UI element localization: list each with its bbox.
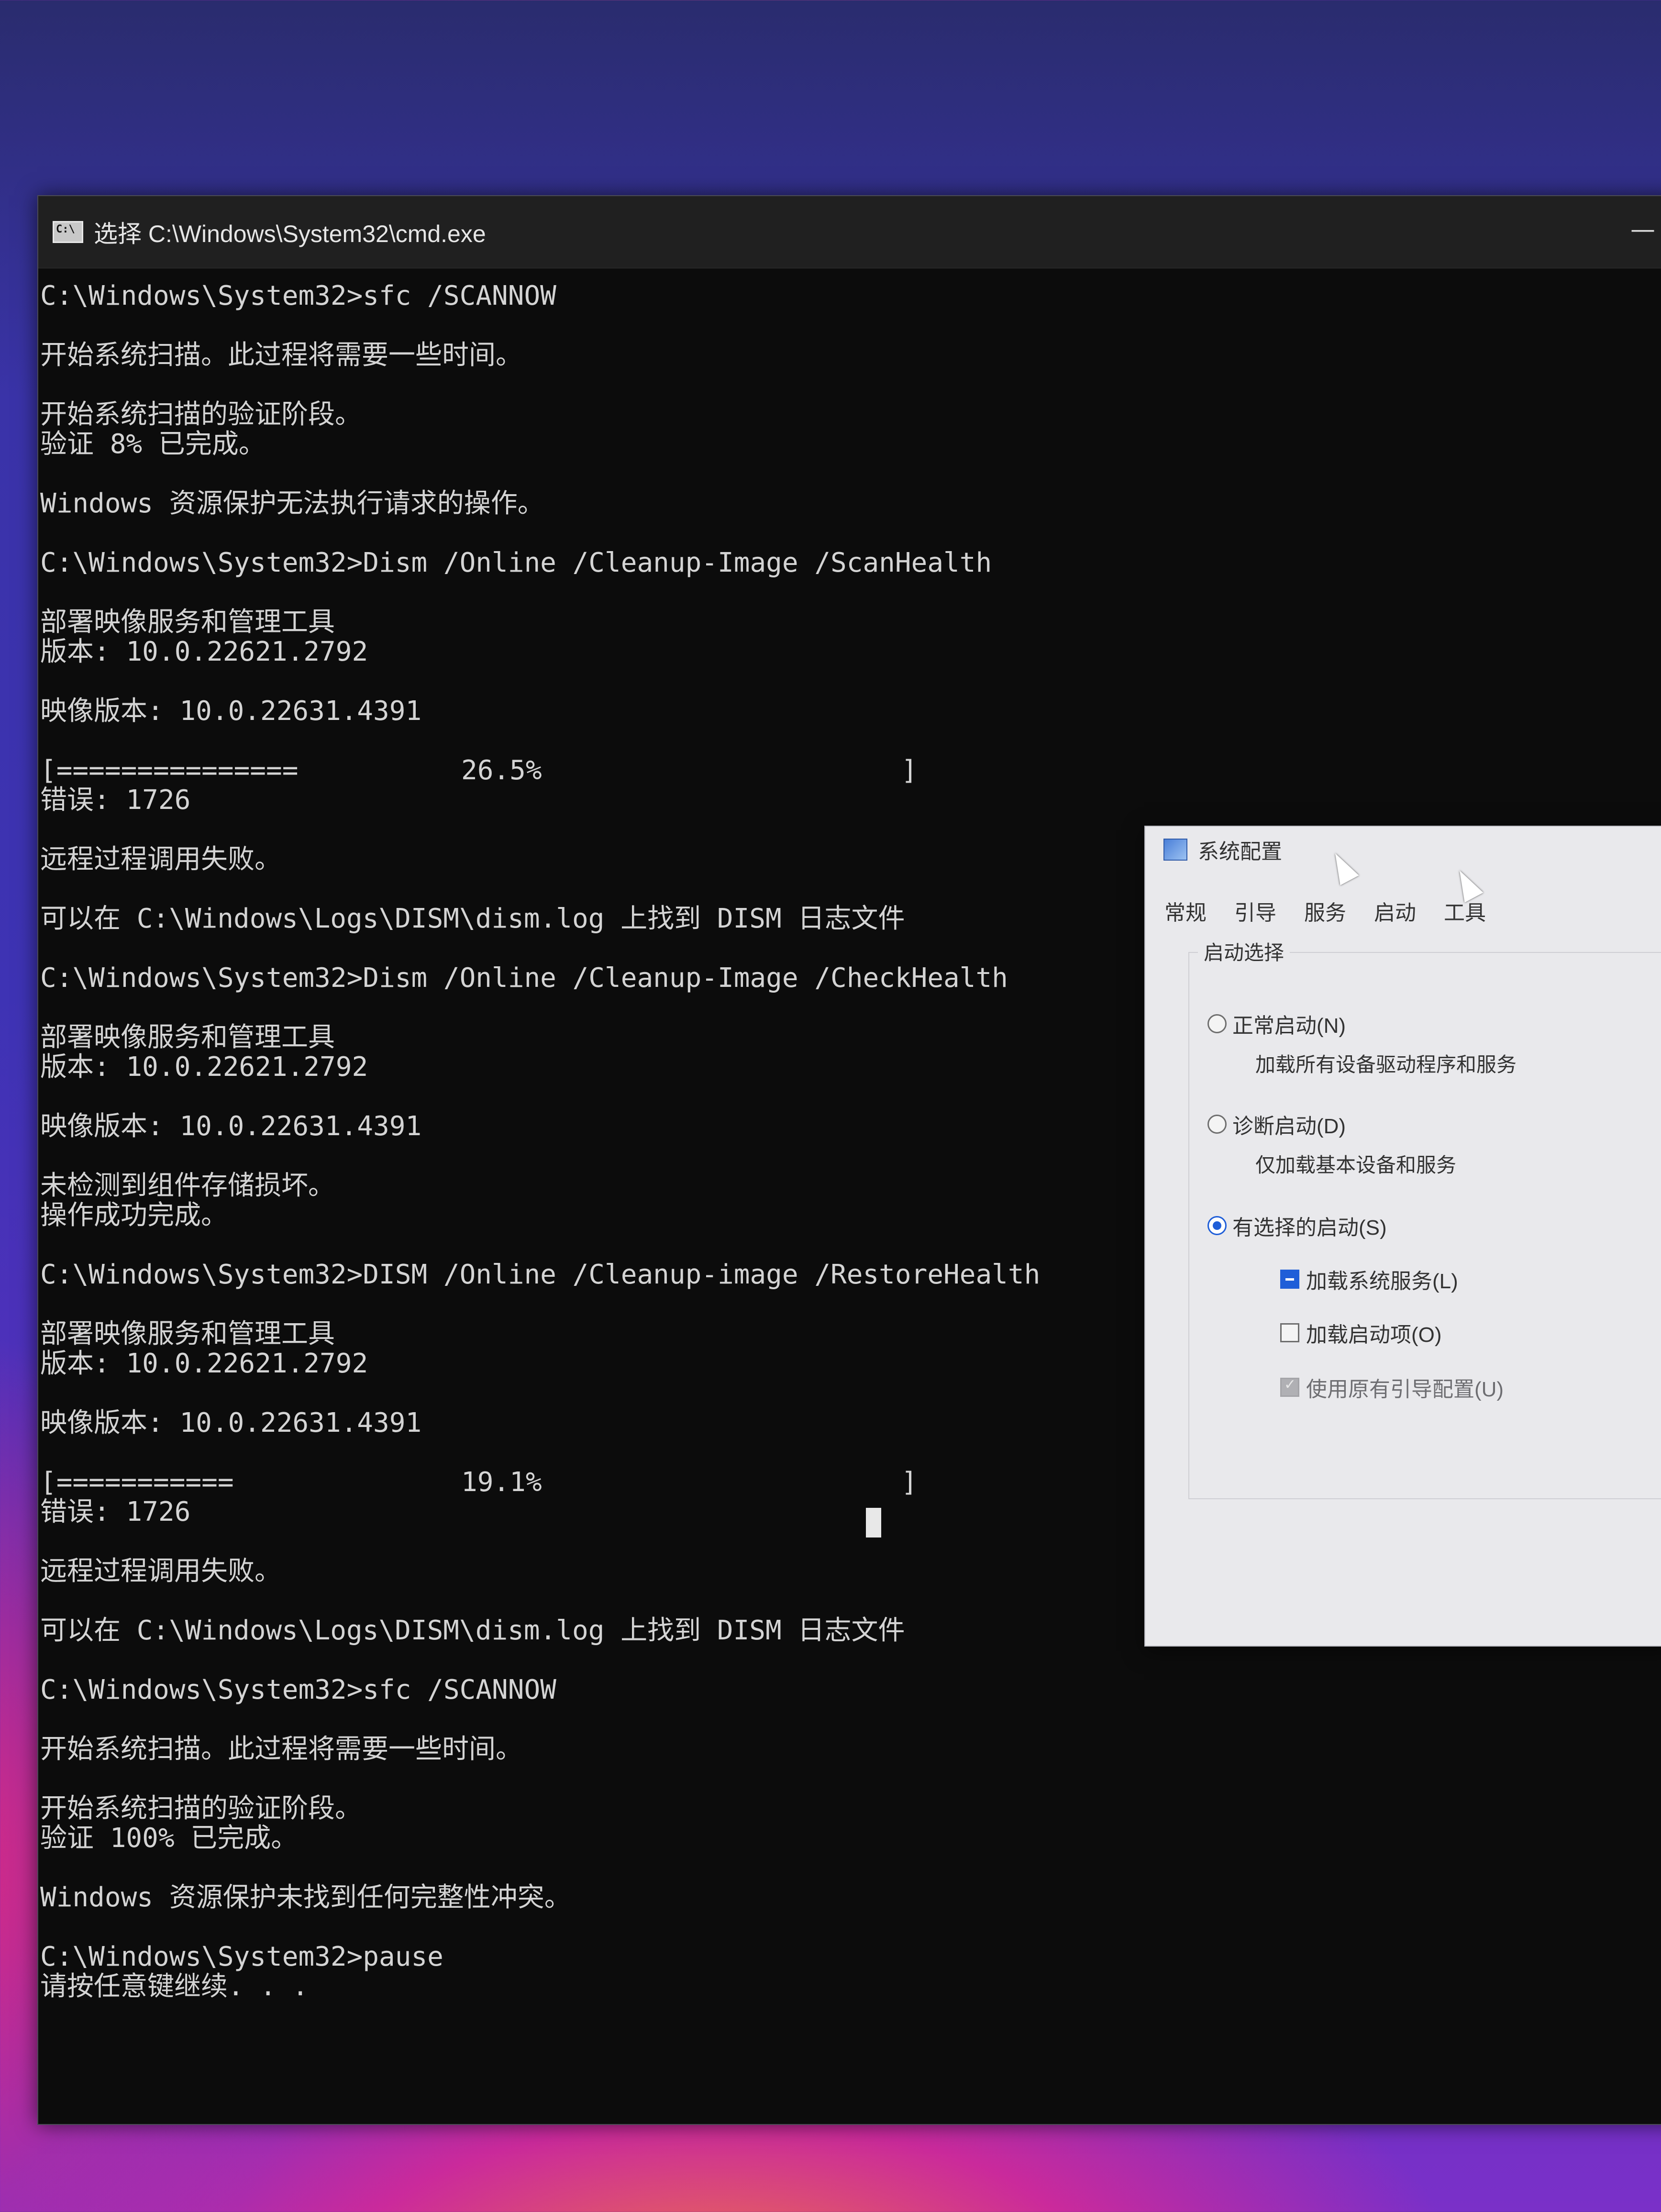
selective-startup-label: 有选择的启动(S): [1232, 1216, 1387, 1239]
load-startup-items-label: 加载启动项(O): [1306, 1323, 1442, 1347]
dialog-tabs: 常规 引导 服务 启动 工具: [1164, 894, 1486, 928]
command-line: C:\Windows\System32>sfc /SCANNOW: [40, 1674, 556, 1705]
progress-end: ]: [901, 1467, 918, 1498]
progress-line: [=============== 26.5%]: [40, 756, 1661, 785]
use-original-boot-checkbox: 使用原有引导配置(U): [1280, 1372, 1504, 1403]
output-line: 错误: 1726: [40, 785, 191, 816]
diagnostic-startup-desc: 仅加载基本设备和服务: [1255, 1154, 1457, 1176]
use-original-boot-label: 使用原有引导配置(U): [1306, 1378, 1504, 1401]
tab-boot[interactable]: 引导: [1234, 894, 1276, 928]
system-config-dialog[interactable]: 系统配置 常规 引导 服务 启动 工具 启动选择 正常启动(N) 加载所有设备驱…: [1144, 826, 1661, 1647]
output-line: 验证 100% 已完成。: [40, 1823, 298, 1854]
checkbox-checked-disabled: [1280, 1376, 1299, 1397]
cmd-window-title: 选择 C:\Windows\System32\cmd.exe: [94, 221, 486, 247]
output-line: Windows 资源保护未找到任何完整性冲突。: [40, 1882, 571, 1913]
minimize-button[interactable]: —: [1630, 215, 1655, 244]
tab-general[interactable]: 常规: [1164, 894, 1207, 928]
output-line: 验证 8% 已完成。: [40, 429, 266, 460]
output-line: 开始系统扫描。此过程将需要一些时间。: [40, 340, 522, 371]
normal-startup-desc: 加载所有设备驱动程序和服务: [1255, 1053, 1517, 1076]
output-line: 开始系统扫描的验证阶段。: [40, 399, 362, 430]
command-line: C:\Windows\System32>Dism /Online /Cleanu…: [40, 547, 992, 578]
output-line: Windows 资源保护无法执行请求的操作。: [40, 488, 544, 519]
progress-percent: 19.1%: [461, 1467, 542, 1498]
load-startup-items-checkbox[interactable]: 加载启动项(O): [1280, 1317, 1442, 1348]
msconfig-icon: [1163, 839, 1187, 861]
dialog-titlebar[interactable]: 系统配置: [1145, 827, 1661, 873]
text-cursor: [866, 1508, 881, 1537]
output-line: 请按任意键继续. . .: [40, 1971, 309, 2002]
tab-services[interactable]: 服务: [1304, 894, 1346, 928]
load-system-services-checkbox[interactable]: 加载系统服务(L): [1280, 1264, 1458, 1294]
diagnostic-startup-radio[interactable]: 诊断启动(D): [1207, 1109, 1346, 1139]
normal-startup-radio[interactable]: 正常启动(N): [1207, 1008, 1346, 1039]
load-system-services-label: 加载系统服务(L): [1306, 1270, 1458, 1293]
command-line: C:\Windows\System32>sfc /SCANNOW: [40, 280, 556, 311]
command-line: C:\Windows\System32>pause: [40, 1941, 443, 1972]
diagnostic-startup-label: 诊断启动(D): [1232, 1115, 1346, 1138]
cmd-titlebar[interactable]: 选择 C:\Windows\System32\cmd.exe —: [38, 196, 1661, 268]
group-label: 启动选择: [1198, 937, 1290, 966]
checkbox-indeterminate: [1280, 1270, 1299, 1289]
tab-startup[interactable]: 启动: [1374, 894, 1416, 928]
dialog-title: 系统配置: [1198, 840, 1282, 863]
progress-percent: 26.5%: [461, 755, 542, 786]
output-line: 开始系统扫描。此过程将需要一些时间。: [40, 1734, 522, 1765]
output-line: 版本: 10.0.22621.2792: [40, 636, 368, 667]
radio-circle: [1207, 1014, 1227, 1033]
output-line: 部署映像服务和管理工具: [40, 607, 335, 638]
progress-end: ]: [901, 755, 918, 786]
output-line: 映像版本: 10.0.22631.4391: [40, 696, 422, 727]
radio-circle-selected: [1207, 1216, 1227, 1235]
radio-circle: [1207, 1115, 1227, 1134]
progress-bar: [===========: [40, 1467, 234, 1498]
checkbox-empty: [1280, 1323, 1299, 1342]
cmd-app-icon: [53, 221, 83, 243]
progress-bar: [===============: [40, 755, 299, 786]
selective-startup-radio[interactable]: 有选择的启动(S): [1207, 1210, 1387, 1241]
output-line: 开始系统扫描的验证阶段。: [40, 1793, 362, 1824]
normal-startup-label: 正常启动(N): [1232, 1014, 1346, 1038]
